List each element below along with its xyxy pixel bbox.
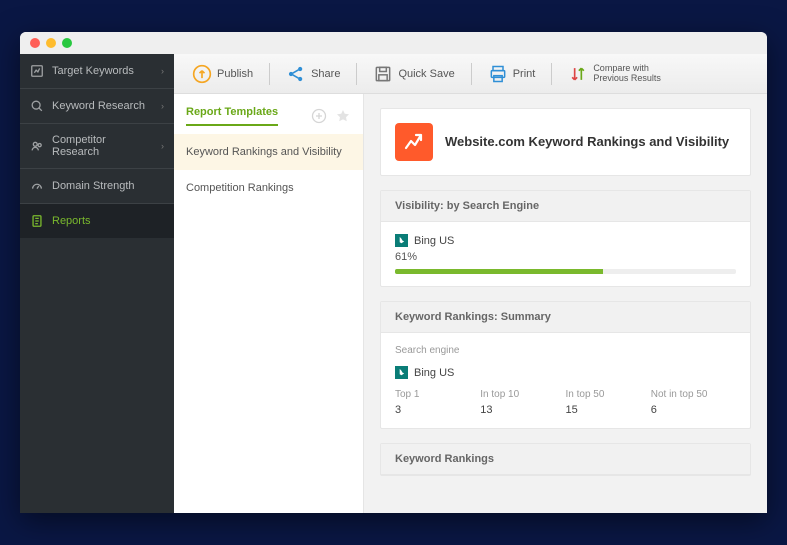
visibility-percent: 61% xyxy=(395,251,736,263)
share-button[interactable]: Share xyxy=(278,60,348,88)
trend-arrow-icon xyxy=(402,130,426,154)
chevron-right-icon: › xyxy=(161,141,164,151)
summary-panel: Keyword Rankings: Summary Search engine … xyxy=(380,301,751,429)
stat-top50: In top 50 15 xyxy=(566,389,651,416)
chevron-right-icon: › xyxy=(161,101,164,111)
print-button[interactable]: Print xyxy=(480,60,544,88)
template-item-keyword-rankings[interactable]: Keyword Rankings and Visibility xyxy=(174,134,363,170)
template-item-competition-rankings[interactable]: Competition Rankings xyxy=(174,170,363,206)
visibility-panel: Visibility: by Search Engine Bing US 61% xyxy=(380,190,751,287)
button-label: Publish xyxy=(217,68,253,80)
titlebar xyxy=(20,32,767,54)
button-label: Share xyxy=(311,68,340,80)
sidebar-label: Reports xyxy=(52,215,91,227)
sidebar-label: Competitor Research xyxy=(52,134,153,158)
add-template-button[interactable] xyxy=(311,108,327,124)
report-templates-panel: Report Templates Keyword Rankings and Vi… xyxy=(174,94,364,513)
panel-title: Visibility: by Search Engine xyxy=(381,191,750,222)
toolbar: Publish Share Quick Save Print xyxy=(174,54,767,94)
stat-top10: In top 10 13 xyxy=(480,389,565,416)
panel-title: Keyword Rankings: Summary xyxy=(381,302,750,333)
sidebar-item-reports[interactable]: Reports xyxy=(20,204,174,238)
save-icon xyxy=(373,64,393,84)
sidebar-label: Domain Strength xyxy=(52,180,135,192)
sidebar-label: Target Keywords xyxy=(52,65,134,77)
sidebar-item-keyword-research[interactable]: Keyword Research › xyxy=(20,89,174,123)
print-icon xyxy=(488,64,508,84)
engine-name: Bing US xyxy=(414,235,454,247)
engine-name: Bing US xyxy=(414,367,454,379)
summary-sub: Search engine xyxy=(395,345,736,356)
templates-title: Report Templates xyxy=(186,106,278,126)
chevron-right-icon: › xyxy=(161,66,164,76)
quick-save-button[interactable]: Quick Save xyxy=(365,60,462,88)
compare-button[interactable]: Compare with Previous Results xyxy=(560,60,669,88)
bing-icon xyxy=(395,234,408,247)
button-label: Print xyxy=(513,68,536,80)
stat-top1: Top 1 3 xyxy=(395,389,480,416)
publish-icon xyxy=(192,64,212,84)
bing-icon xyxy=(395,366,408,379)
document-icon xyxy=(30,214,44,228)
minimize-dot[interactable] xyxy=(46,38,56,48)
button-label: Quick Save xyxy=(398,68,454,80)
sidebar-item-target-keywords[interactable]: Target Keywords › xyxy=(20,54,174,88)
compare-icon xyxy=(568,64,588,84)
progress-bar xyxy=(395,269,736,274)
report-title: Website.com Keyword Rankings and Visibil… xyxy=(445,134,729,151)
close-dot[interactable] xyxy=(30,38,40,48)
star-button[interactable] xyxy=(335,108,351,124)
report-logo xyxy=(395,123,433,161)
panel-title: Keyword Rankings xyxy=(381,444,750,475)
sidebar-item-domain-strength[interactable]: Domain Strength xyxy=(20,169,174,203)
share-icon xyxy=(286,64,306,84)
people-icon xyxy=(30,139,44,153)
report-area: Website.com Keyword Rankings and Visibil… xyxy=(364,94,767,513)
chart-icon xyxy=(30,64,44,78)
app-window: Target Keywords › Keyword Research › Com… xyxy=(20,32,767,513)
report-header-panel: Website.com Keyword Rankings and Visibil… xyxy=(380,108,751,176)
publish-button[interactable]: Publish xyxy=(184,60,261,88)
gauge-icon xyxy=(30,179,44,193)
zoom-dot[interactable] xyxy=(62,38,72,48)
sidebar-label: Keyword Research xyxy=(52,100,145,112)
sidebar-item-competitor-research[interactable]: Competitor Research › xyxy=(20,124,174,168)
search-icon xyxy=(30,99,44,113)
rankings-panel: Keyword Rankings xyxy=(380,443,751,476)
stat-not-top50: Not in top 50 6 xyxy=(651,389,736,416)
button-label: Compare with Previous Results xyxy=(593,64,661,84)
sidebar: Target Keywords › Keyword Research › Com… xyxy=(20,54,174,513)
